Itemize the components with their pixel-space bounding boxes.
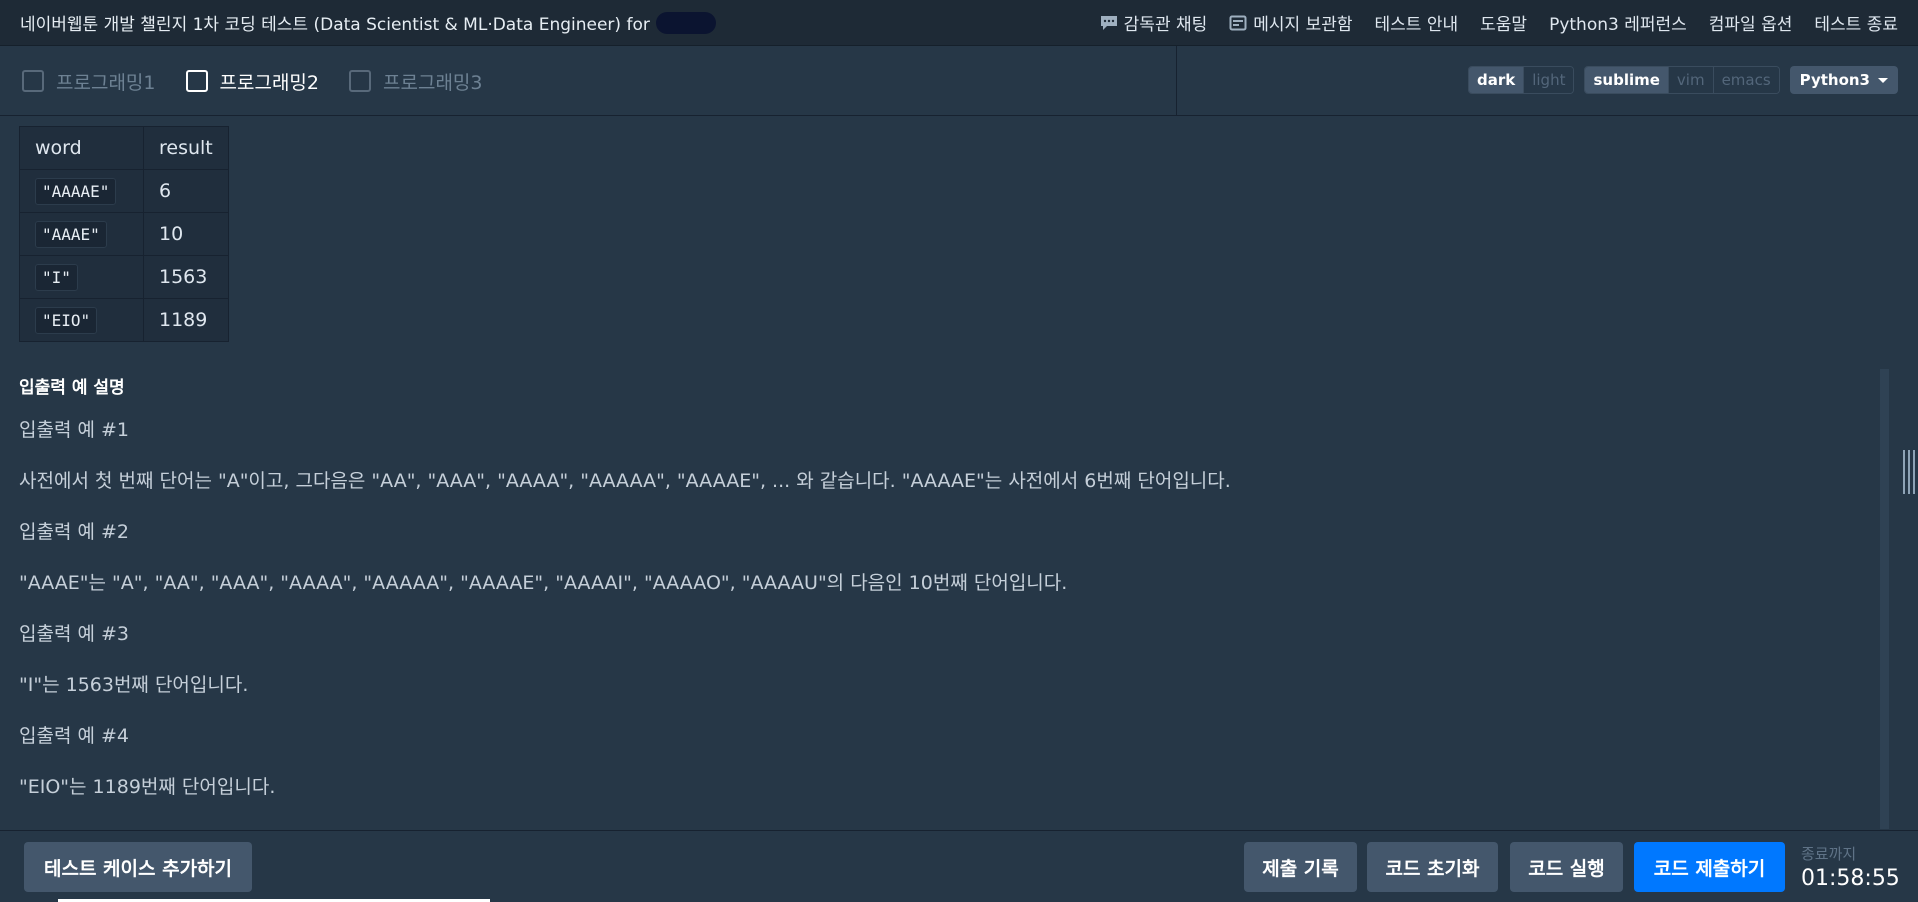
top-header: 네이버웹툰 개발 챌린지 1차 코딩 테스트 (Data Scientist &… — [0, 0, 1918, 46]
tab-programming-3[interactable]: 프로그래밍3 — [349, 68, 483, 95]
table-row: "AAAE" 10 — [19, 212, 229, 256]
table-row: "EIO" 1189 — [19, 298, 229, 342]
timer-label: 종료까지 — [1801, 845, 1857, 863]
editor-options: dark light sublime vim emacs Python3 — [1467, 66, 1898, 94]
example-text: "AAAE"는 "A", "AA", "AAA", "AAAA", "AAAAA… — [19, 572, 1068, 594]
theme-dark-option[interactable]: dark — [1468, 67, 1524, 93]
tab-label: 프로그래밍1 — [56, 71, 156, 94]
io-explanation: 입출력 예 설명 입출력 예 #1 사전에서 첫 번째 단어는 "A"이고, 그… — [19, 373, 1879, 826]
grip-line — [1903, 450, 1905, 494]
table-header-word: word — [19, 126, 144, 170]
timer-value: 01:58:55 — [1801, 866, 1900, 891]
top-nav: 감독관 채팅 메시지 보관함 테스트 안내 도움말 Python3 레퍼런스 컴… — [1100, 10, 1898, 35]
example-text: "I"는 1563번째 단어입니다. — [19, 674, 249, 696]
keymap-toggle: sublime vim emacs — [1584, 66, 1780, 94]
example-title: 입출력 예 #2 — [19, 521, 130, 543]
keymap-vim-option[interactable]: vim — [1667, 67, 1713, 93]
end-test-link[interactable]: 테스트 종료 — [1814, 10, 1898, 35]
tab-programming-1[interactable]: 프로그래밍1 — [22, 68, 156, 95]
proctor-chat-link[interactable]: 감독관 채팅 — [1100, 10, 1208, 35]
reset-code-button[interactable]: 코드 초기화 — [1367, 842, 1498, 892]
example-title: 입출력 예 #1 — [19, 419, 130, 441]
python-reference-label: Python3 레퍼런스 — [1549, 15, 1687, 35]
tab-checkbox-icon — [22, 70, 44, 92]
language-select-value: Python3 — [1799, 71, 1870, 89]
run-code-button[interactable]: 코드 실행 — [1510, 842, 1623, 892]
keymap-sublime-option[interactable]: sublime — [1585, 67, 1668, 93]
table-row: "I" 1563 — [19, 255, 229, 299]
theme-toggle: dark light — [1467, 66, 1575, 94]
tab-label: 프로그래밍3 — [383, 71, 483, 94]
pane-divider — [1176, 46, 1177, 116]
problem-tabs: 프로그래밍1 프로그래밍2 프로그래밍3 — [22, 46, 483, 116]
table-cell-result: 6 — [143, 169, 229, 213]
end-test-label: 테스트 종료 — [1814, 15, 1898, 35]
grip-line — [1913, 450, 1915, 494]
tab-label: 프로그래밍2 — [219, 71, 320, 94]
io-explanation-heading: 입출력 예 설명 — [19, 378, 125, 398]
table-cell-result: 1563 — [143, 255, 229, 299]
tab-checkbox-icon — [349, 70, 371, 92]
theme-light-option[interactable]: light — [1523, 67, 1574, 93]
inbox-icon — [1229, 15, 1247, 30]
table-cell-word: "AAAAE" — [19, 169, 144, 213]
compile-options-link[interactable]: 컴파일 옵션 — [1709, 10, 1793, 35]
proctor-chat-label: 감독관 채팅 — [1123, 15, 1208, 35]
code-chip: "AAAE" — [35, 221, 107, 248]
submit-code-button[interactable]: 코드 제출하기 — [1634, 842, 1785, 892]
tab-checkbox-icon — [185, 70, 208, 92]
help-link[interactable]: 도움말 — [1480, 10, 1527, 35]
grip-line — [1908, 450, 1910, 494]
add-testcase-button[interactable]: 테스트 케이스 추가하기 — [24, 842, 252, 892]
submit-history-button[interactable]: 제출 기록 — [1244, 842, 1357, 892]
chevron-down-icon — [1878, 77, 1888, 83]
code-chip: "I" — [35, 264, 78, 291]
code-chip: "AAAAE" — [35, 178, 117, 205]
message-inbox-label: 메시지 보관함 — [1253, 15, 1353, 35]
python-reference-link[interactable]: Python3 레퍼런스 — [1549, 10, 1687, 35]
compile-options-label: 컴파일 옵션 — [1708, 15, 1793, 35]
test-guide-label: 테스트 안내 — [1374, 15, 1459, 35]
pane-resize-handle[interactable] — [1903, 450, 1915, 494]
description-scrollbar[interactable] — [1880, 369, 1889, 829]
table-cell-word: "EIO" — [19, 298, 144, 342]
table-row: "AAAAE" 6 — [19, 169, 229, 213]
io-example-table: word result "AAAAE" 6 "AAAE" 10 "I" 1563… — [19, 126, 229, 342]
example-text: "EIO"는 1189번째 단어입니다. — [19, 776, 276, 798]
test-guide-link[interactable]: 테스트 안내 — [1375, 10, 1459, 35]
test-title: 네이버웹툰 개발 챌린지 1차 코딩 테스트 (Data Scientist &… — [20, 10, 716, 35]
help-label: 도움말 — [1480, 15, 1528, 35]
redacted-username — [655, 11, 716, 34]
table-cell-result: 1189 — [143, 298, 229, 342]
table-header-result: result — [143, 126, 229, 170]
test-title-text: 네이버웹툰 개발 챌린지 1차 코딩 테스트 (Data Scientist &… — [20, 15, 650, 35]
chat-icon — [1100, 15, 1117, 30]
code-chip: "EIO" — [35, 307, 98, 334]
example-title: 입출력 예 #3 — [19, 623, 130, 645]
bottom-action-bar: 테스트 케이스 추가하기 제출 기록 코드 초기화 코드 실행 코드 제출하기 … — [0, 830, 1918, 902]
tab-programming-2[interactable]: 프로그래밍2 — [185, 68, 320, 95]
problem-description-pane: word result "AAAAE" 6 "AAAE" 10 "I" 1563… — [0, 116, 1918, 830]
table-header-row: word result — [19, 126, 229, 170]
table-cell-word: "AAAE" — [19, 212, 144, 256]
example-title: 입출력 예 #4 — [19, 725, 130, 747]
language-select[interactable]: Python3 — [1789, 66, 1898, 94]
table-cell-result: 10 — [143, 212, 229, 256]
keymap-emacs-option[interactable]: emacs — [1712, 67, 1779, 93]
message-inbox-link[interactable]: 메시지 보관함 — [1229, 10, 1353, 35]
example-text: 사전에서 첫 번째 단어는 "A"이고, 그다음은 "AA", "AAA", "… — [19, 470, 1231, 492]
table-cell-word: "I" — [19, 255, 144, 299]
problem-tabs-bar: 프로그래밍1 프로그래밍2 프로그래밍3 dark light sublime … — [0, 46, 1918, 116]
